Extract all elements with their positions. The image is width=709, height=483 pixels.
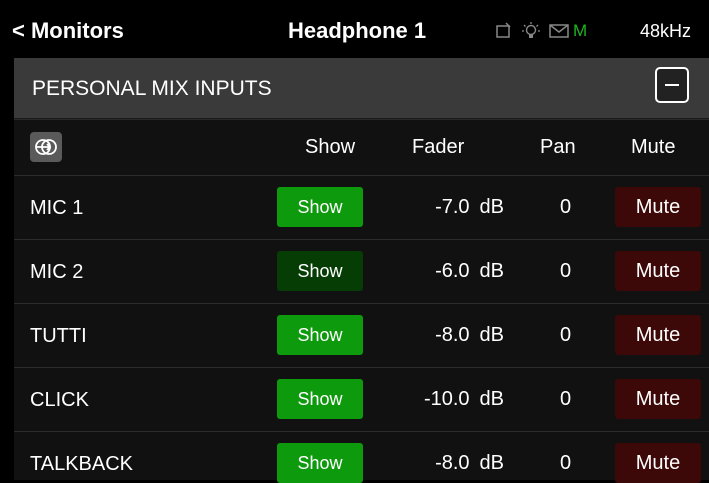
section-title: PERSONAL MIX INPUTS bbox=[32, 77, 272, 100]
mail-icon bbox=[549, 23, 569, 39]
row-name: CLICK bbox=[30, 389, 89, 411]
status-letter: M bbox=[573, 21, 588, 40]
table-row: MIC 2 Show -6.0 dB 0 Mute bbox=[14, 239, 709, 303]
show-button[interactable]: Show bbox=[277, 187, 363, 227]
device-icon bbox=[495, 22, 513, 40]
bulb-icon bbox=[521, 21, 541, 41]
page-title: Headphone 1 bbox=[288, 18, 427, 43]
column-header: Show Fader Pan Mute bbox=[14, 119, 709, 176]
fader-value[interactable]: -10.0 dB bbox=[394, 388, 504, 411]
show-button[interactable]: Show bbox=[277, 443, 363, 483]
column-show: Show bbox=[305, 136, 356, 158]
mute-button[interactable]: Mute bbox=[615, 187, 701, 227]
column-pan: Pan bbox=[540, 136, 576, 158]
back-button[interactable]: < Monitors bbox=[12, 18, 124, 44]
row-name: TUTTI bbox=[30, 325, 87, 347]
fader-value[interactable]: -8.0 dB bbox=[394, 324, 504, 347]
row-name: MIC 2 bbox=[30, 261, 84, 283]
fader-number: -6.0 bbox=[435, 260, 470, 282]
table-row: CLICK Show -10.0 dB 0 Mute bbox=[14, 367, 709, 431]
show-button[interactable]: Show bbox=[277, 315, 363, 355]
show-button[interactable]: Show bbox=[277, 379, 363, 419]
table-row: TALKBACK Show -8.0 dB 0 Mute bbox=[14, 431, 709, 483]
sample-rate: 48kHz bbox=[640, 21, 692, 41]
fader-unit: dB bbox=[479, 452, 504, 474]
fader-value[interactable]: -6.0 dB bbox=[394, 260, 504, 283]
fader-number: -10.0 bbox=[423, 388, 470, 410]
fader-number: -7.0 bbox=[435, 196, 470, 218]
status-icons: M bbox=[495, 20, 587, 42]
fader-value[interactable]: -7.0 dB bbox=[394, 196, 504, 219]
fader-unit: dB bbox=[479, 324, 504, 346]
fader-number: -8.0 bbox=[435, 324, 470, 346]
table-row: TUTTI Show -8.0 dB 0 Mute bbox=[14, 303, 709, 367]
pan-value[interactable]: 0 bbox=[560, 452, 571, 475]
fader-unit: dB bbox=[479, 260, 504, 282]
mute-button[interactable]: Mute bbox=[615, 251, 701, 291]
section-header[interactable]: PERSONAL MIX INPUTS bbox=[14, 58, 709, 119]
pan-value[interactable]: 0 bbox=[560, 324, 571, 347]
column-fader: Fader bbox=[412, 136, 465, 158]
fader-value[interactable]: -8.0 dB bbox=[394, 452, 504, 475]
show-button[interactable]: Show bbox=[277, 251, 363, 291]
column-mute: Mute bbox=[631, 136, 676, 158]
fader-number: -8.0 bbox=[435, 452, 470, 474]
pan-value[interactable]: 0 bbox=[560, 196, 571, 219]
mute-button[interactable]: Mute bbox=[615, 379, 701, 419]
table-row: MIC 1 Show -7.0 dB 0 Mute bbox=[14, 175, 709, 239]
fader-unit: dB bbox=[479, 388, 504, 410]
fader-unit: dB bbox=[479, 196, 504, 218]
collapse-button[interactable] bbox=[655, 67, 689, 103]
top-bar: < Monitors Headphone 1 M 48kHz bbox=[0, 0, 709, 58]
mute-button[interactable]: Mute bbox=[615, 443, 701, 483]
row-name: TALKBACK bbox=[30, 453, 133, 475]
link-channels-icon[interactable] bbox=[30, 132, 62, 162]
pan-value[interactable]: 0 bbox=[560, 260, 571, 283]
mute-button[interactable]: Mute bbox=[615, 315, 701, 355]
pan-value[interactable]: 0 bbox=[560, 388, 571, 411]
row-name: MIC 1 bbox=[30, 197, 84, 219]
